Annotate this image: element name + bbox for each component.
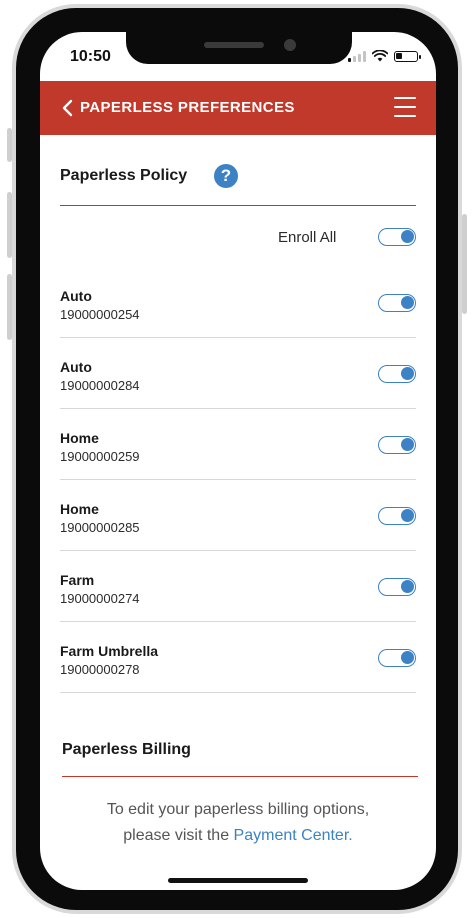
- policy-name: Home: [60, 501, 99, 517]
- side-button-right: [462, 214, 467, 314]
- paperless-billing-title: Paperless Billing: [62, 741, 191, 758]
- divider: [60, 205, 416, 206]
- policy-toggle[interactable]: [378, 507, 416, 525]
- divider: [62, 776, 418, 777]
- enroll-all-toggle[interactable]: [378, 228, 416, 246]
- policy-number: 19000000254: [60, 307, 140, 322]
- divider: [60, 692, 416, 693]
- billing-message-suffix: .: [348, 827, 353, 844]
- status-icons: [348, 50, 421, 62]
- payment-center-link[interactable]: Payment Center: [234, 827, 349, 844]
- policy-toggle[interactable]: [378, 578, 416, 596]
- billing-message: To edit your paperless billing options, …: [60, 797, 416, 849]
- divider: [60, 550, 416, 551]
- policy-number: 19000000274: [60, 591, 140, 606]
- policy-number: 19000000284: [60, 378, 140, 393]
- side-button-left-1: [7, 128, 12, 162]
- screen: 10:50 PAPERLESS PREFERENCES Paperless Po…: [40, 32, 436, 890]
- wifi-icon: [372, 50, 388, 62]
- billing-message-line1: To edit your paperless billing options,: [106, 801, 370, 818]
- policy-toggle[interactable]: [378, 294, 416, 312]
- divider: [60, 337, 416, 338]
- policy-toggle[interactable]: [378, 436, 416, 454]
- camera: [284, 39, 296, 51]
- home-indicator[interactable]: [168, 878, 308, 883]
- header-bar: PAPERLESS PREFERENCES: [40, 81, 436, 135]
- policy-number: 19000000285: [60, 520, 140, 535]
- policy-toggle[interactable]: [378, 649, 416, 667]
- paperless-policy-title: Paperless Policy: [60, 167, 188, 184]
- question-circle-icon[interactable]: ?: [214, 164, 238, 188]
- chevron-left-icon[interactable]: [58, 98, 78, 118]
- status-time: 10:50: [70, 48, 111, 65]
- enroll-all-label: Enroll All: [278, 229, 337, 246]
- policy-name: Auto: [60, 359, 92, 375]
- policy-name: Home: [60, 430, 99, 446]
- notch: [126, 32, 352, 64]
- policy-name: Farm: [60, 572, 95, 588]
- policy-number: 19000000278: [60, 662, 140, 677]
- page-title: PAPERLESS PREFERENCES: [80, 99, 295, 116]
- billing-message-prefix: please visit the: [123, 827, 234, 844]
- divider: [60, 621, 416, 622]
- policy-name: Farm Umbrella: [60, 643, 159, 659]
- speaker: [204, 42, 264, 48]
- cellular-signal-icon: [348, 50, 366, 62]
- hamburger-menu-icon[interactable]: [394, 97, 416, 117]
- policy-number: 19000000259: [60, 449, 140, 464]
- divider: [60, 479, 416, 480]
- side-button-left-2: [7, 192, 12, 258]
- policy-toggle[interactable]: [378, 365, 416, 383]
- divider: [60, 408, 416, 409]
- battery-icon: [394, 50, 421, 62]
- side-button-left-3: [7, 274, 12, 340]
- policy-name: Auto: [60, 288, 92, 304]
